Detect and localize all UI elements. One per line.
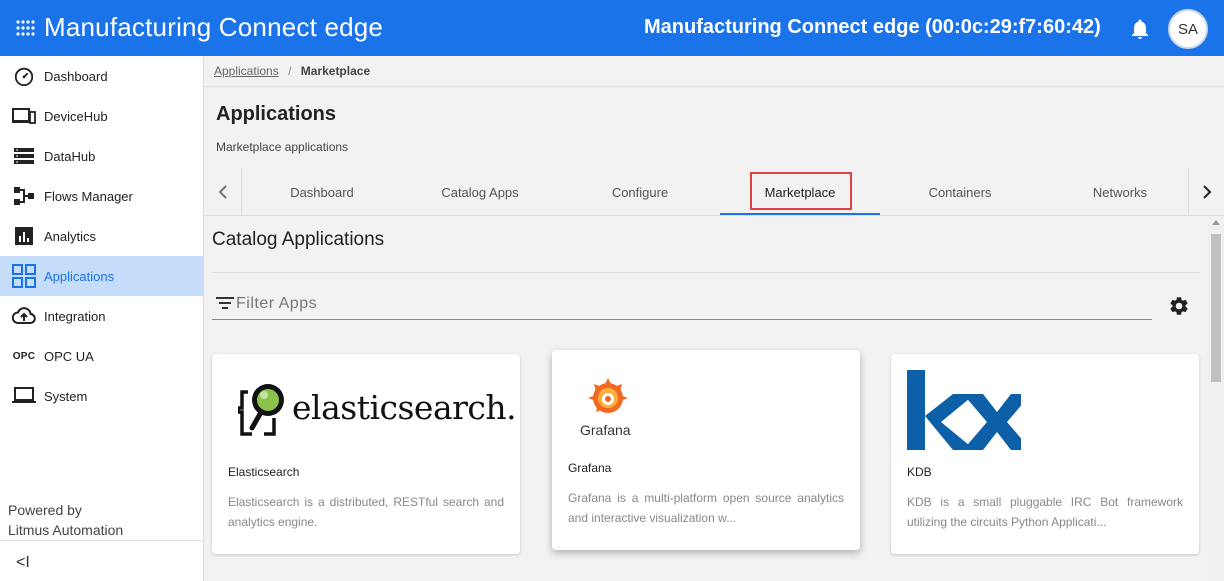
kx-logo-icon	[907, 370, 1021, 450]
sidebar-item-datahub[interactable]: DataHub	[0, 136, 203, 176]
tab-catalog-apps[interactable]: Catalog Apps	[400, 168, 560, 216]
sidebar-item-devicehub[interactable]: DeviceHub	[0, 96, 203, 136]
app-card-description: Grafana is a multi-platform open source …	[568, 491, 844, 525]
opc-icon: OPC	[12, 350, 36, 362]
tab-scroll-left-button[interactable]	[204, 168, 242, 216]
app-card-grafana[interactable]: Grafana Grafana Grafana is a multi-platf…	[552, 350, 860, 550]
filter-icon	[216, 297, 234, 309]
divider	[212, 272, 1200, 273]
page-title: Applications	[216, 103, 337, 125]
powered-by-company: Litmus Automation	[8, 522, 124, 538]
collapse-icon: <I	[16, 554, 30, 571]
vertical-scrollbar[interactable]	[1208, 216, 1224, 581]
avatar[interactable]: SA	[1168, 9, 1208, 49]
elasticsearch-logo-icon	[238, 384, 284, 436]
apps-grid-icon[interactable]	[14, 17, 36, 39]
powered-by: Powered by Litmus Automation	[8, 500, 123, 540]
sidebar-item-label: Dashboard	[44, 68, 108, 84]
sidebar-item-flows-manager[interactable]: Flows Manager	[0, 176, 203, 216]
sidebar-item-analytics[interactable]: Analytics	[0, 216, 203, 256]
chevron-right-icon	[1202, 185, 1211, 199]
tab-bar: Dashboard Catalog Apps Configure Marketp…	[204, 168, 1224, 216]
storage-icon	[12, 144, 36, 168]
breadcrumb-separator: /	[288, 64, 292, 78]
tab-scroll-right-button[interactable]	[1188, 168, 1224, 216]
app-title: Manufacturing Connect edge	[44, 12, 384, 42]
flows-icon	[12, 184, 36, 208]
device-title: Manufacturing Connect edge (00:0c:29:f7:…	[644, 16, 1101, 38]
main-content: Applications / Marketplace Applications …	[204, 56, 1224, 581]
chevron-left-icon	[218, 185, 227, 199]
app-card-elasticsearch[interactable]: elasticsearch. Elasticsearch Elasticsear…	[212, 354, 520, 554]
breadcrumb-current: Marketplace	[300, 64, 371, 78]
app-card-kdb[interactable]: KDB KDB is a small pluggable IRC Bot fra…	[891, 354, 1199, 554]
filter-apps-input[interactable]	[236, 292, 1136, 316]
sidebar-item-label: Analytics	[44, 228, 97, 244]
grafana-logo-icon	[588, 378, 628, 413]
sidebar-item-integration[interactable]: Integration	[0, 296, 203, 336]
tab-networks[interactable]: Networks	[1040, 168, 1200, 216]
sidebar-item-applications[interactable]: Applications	[0, 256, 203, 296]
sidebar: Dashboard DeviceHub DataHub Flows Manage…	[0, 56, 204, 581]
devices-icon	[12, 104, 36, 128]
speedometer-icon	[12, 64, 36, 88]
analytics-icon	[12, 224, 36, 248]
sidebar-item-label: DeviceHub	[44, 108, 108, 124]
app-card-description: KDB is a small pluggable IRC Bot framewo…	[907, 495, 1183, 529]
app-card-name: Grafana	[568, 461, 612, 475]
app-card-name: Elasticsearch	[228, 465, 300, 479]
top-app-bar: Manufacturing Connect edge Manufacturing…	[0, 0, 1224, 56]
sidebar-item-label: Applications	[44, 268, 115, 284]
sidebar-item-label: System	[44, 388, 88, 404]
breadcrumb: Applications / Marketplace	[214, 64, 370, 78]
tab-dashboard[interactable]: Dashboard	[242, 168, 402, 216]
sidebar-item-label: Flows Manager	[44, 188, 133, 204]
cloud-upload-icon	[12, 304, 36, 328]
tab-highlight-box	[750, 172, 852, 210]
tab-containers[interactable]: Containers	[880, 168, 1040, 216]
collapse-sidebar-button[interactable]: <I	[0, 540, 203, 581]
gear-icon[interactable]	[1168, 295, 1190, 317]
powered-by-line: Powered by	[8, 502, 82, 518]
catalog-panel: Catalog Applications elasticsearch. Elas…	[204, 216, 1224, 581]
active-tab-indicator	[720, 213, 880, 215]
app-card-name: KDB	[907, 465, 932, 479]
page-subtitle: Marketplace applications	[216, 140, 349, 154]
app-card-description: Elasticsearch is a distributed, RESTful …	[228, 495, 504, 529]
filter-field	[212, 290, 1152, 320]
sidebar-item-label: Integration	[44, 308, 106, 324]
breadcrumb-link-applications[interactable]: Applications	[214, 64, 279, 78]
divider	[204, 86, 1224, 87]
scrollbar-thumb[interactable]	[1211, 234, 1221, 382]
grafana-logo-text: Grafana	[580, 422, 631, 438]
sidebar-item-label: DataHub	[44, 148, 96, 164]
grid-icon	[12, 264, 36, 288]
laptop-icon	[12, 384, 36, 408]
sidebar-item-system[interactable]: System	[0, 376, 203, 416]
elasticsearch-logo-text: elasticsearch.	[292, 388, 517, 427]
tab-configure[interactable]: Configure	[560, 168, 720, 216]
catalog-title: Catalog Applications	[212, 229, 385, 250]
scroll-up-arrow-icon[interactable]	[1212, 220, 1220, 225]
sidebar-item-opc-ua[interactable]: OPC OPC UA	[0, 336, 203, 376]
sidebar-item-label: OPC UA	[44, 348, 94, 364]
sidebar-item-dashboard[interactable]: Dashboard	[0, 56, 203, 96]
bell-icon[interactable]	[1128, 17, 1152, 41]
